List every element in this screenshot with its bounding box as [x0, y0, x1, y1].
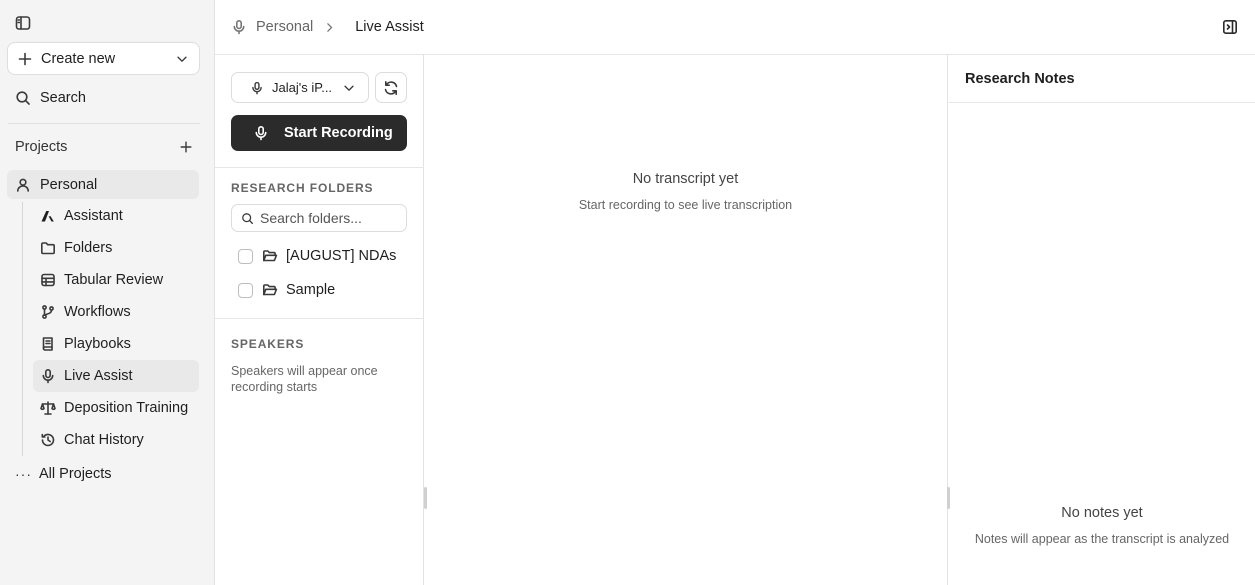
folder-open-icon: [262, 248, 286, 264]
refresh-icon: [383, 80, 399, 96]
transcript-panel: No transcript yet Start recording to see…: [424, 55, 948, 585]
microphone-icon: [40, 368, 64, 384]
folder-checkbox[interactable]: [238, 282, 253, 298]
tree-line: [22, 202, 23, 456]
sidebar-item-workflows[interactable]: Workflows: [33, 296, 199, 328]
notes-empty-title: No notes yet: [1061, 505, 1143, 521]
microphone-icon: [250, 81, 264, 95]
projects-header: Projects: [15, 139, 193, 155]
microphone-icon: [231, 19, 256, 35]
add-project-icon[interactable]: [179, 140, 193, 154]
create-new-label: Create new: [41, 50, 116, 67]
search-icon: [241, 212, 254, 225]
folder-name: Sample: [286, 282, 336, 298]
sidebar-item-label: Playbooks: [64, 336, 131, 352]
search-label: Search: [40, 90, 86, 106]
folder-search-box[interactable]: [231, 204, 407, 232]
search-icon: [15, 90, 40, 106]
research-notes-title: Research Notes: [949, 55, 1255, 103]
folder-icon: [40, 240, 64, 256]
sidebar-item-label: Chat History: [64, 432, 144, 448]
sidebar-item-deposition-training[interactable]: Deposition Training: [33, 392, 199, 424]
top-bar: Personal Live Assist: [215, 0, 1255, 55]
live-assist-controls: Jalaj's iP... Start Recording RESEARCH F…: [215, 55, 424, 585]
folder-item[interactable]: [AUGUST] NDAs: [238, 248, 396, 264]
microphone-icon: [253, 125, 284, 141]
project-personal[interactable]: Personal: [7, 170, 199, 199]
projects-label: Projects: [15, 139, 68, 155]
scale-icon: [40, 400, 64, 416]
sidebar-item-folders[interactable]: Folders: [33, 232, 199, 264]
sidebar-item-label: Tabular Review: [64, 272, 164, 288]
folder-name: [AUGUST] NDAs: [286, 248, 397, 264]
refresh-devices-button[interactable]: [375, 72, 407, 103]
panel-divider: [215, 318, 424, 319]
panel-toggle-icon[interactable]: [1222, 19, 1238, 35]
breadcrumb: Personal Live Assist: [231, 19, 424, 35]
folder-item[interactable]: Sample: [238, 282, 335, 298]
transcript-empty-title: No transcript yet: [632, 171, 739, 187]
start-recording-button[interactable]: Start Recording: [231, 115, 407, 151]
project-personal-label: Personal: [40, 176, 98, 193]
device-select[interactable]: Jalaj's iP...: [231, 72, 369, 103]
folder-search-input[interactable]: [260, 210, 400, 226]
sidebar-item-live-assist[interactable]: Live Assist: [33, 360, 199, 392]
sidebar-toggle-icon[interactable]: [15, 15, 31, 31]
sidebar-search[interactable]: Search: [15, 90, 86, 106]
create-new-button[interactable]: Create new: [7, 42, 200, 75]
panel-divider: [215, 167, 424, 168]
assistant-logo-icon: [40, 208, 56, 224]
sidebar-item-label: Folders: [64, 240, 113, 256]
sidebar-item-chat-history[interactable]: Chat History: [33, 424, 199, 456]
sidebar-item-label: Live Assist: [64, 368, 133, 384]
speakers-title: SPEAKERS: [231, 337, 305, 351]
sidebar-item-label: Workflows: [64, 304, 131, 320]
chevron-right-icon: [323, 21, 345, 34]
transcript-empty-subtitle: Start recording to see live transcriptio…: [578, 198, 793, 212]
folder-checkbox[interactable]: [238, 248, 253, 264]
research-folders-title: RESEARCH FOLDERS: [231, 181, 374, 195]
breadcrumb-parent[interactable]: Personal: [256, 19, 313, 35]
all-projects-label: All Projects: [39, 466, 112, 482]
all-projects-link[interactable]: ··· All Projects: [15, 466, 112, 482]
chevron-down-icon: [342, 81, 356, 95]
sidebar-item-assistant[interactable]: Assistant: [33, 200, 199, 232]
user-icon: [15, 177, 40, 193]
breadcrumb-current: Live Assist: [355, 19, 424, 35]
folder-open-icon: [262, 282, 286, 298]
sidebar-item-tabular-review[interactable]: Tabular Review: [33, 264, 199, 296]
sidebar-divider: [8, 123, 200, 124]
sidebar-item-playbooks[interactable]: Playbooks: [33, 328, 199, 360]
project-nav: Assistant Folders Tabular Review Workflo…: [33, 200, 199, 456]
sidebar-item-label: Assistant: [64, 208, 123, 224]
chevron-down-icon: [175, 52, 189, 66]
history-icon: [40, 432, 64, 448]
table-icon: [40, 272, 64, 288]
left-sidebar: Create new Search Projects Personal Assi…: [0, 0, 215, 585]
start-recording-label: Start Recording: [284, 125, 393, 141]
research-notes-panel: Research Notes No notes yet Notes will a…: [949, 55, 1255, 585]
more-dots-icon: ···: [15, 466, 32, 482]
sidebar-item-label: Deposition Training: [64, 400, 189, 416]
book-icon: [40, 336, 64, 352]
plus-icon: [17, 51, 33, 67]
device-select-label: Jalaj's iP...: [272, 80, 333, 95]
speakers-empty-message: Speakers will appear once recording star…: [231, 364, 378, 394]
git-branch-icon: [40, 304, 64, 320]
notes-empty-subtitle: Notes will appear as the transcript is a…: [974, 532, 1230, 546]
